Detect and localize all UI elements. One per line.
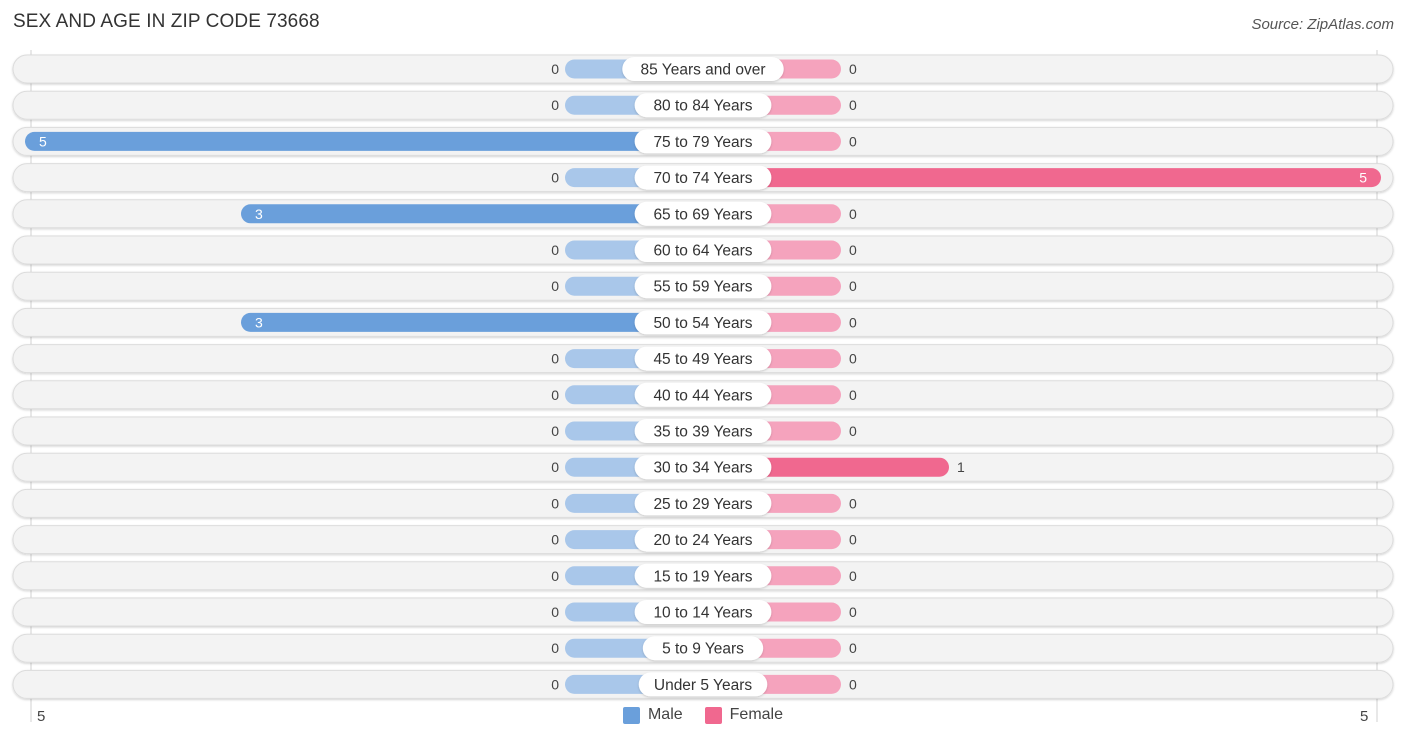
value-label-male: 0 [551, 604, 559, 620]
legend-label-female: Female [729, 706, 784, 723]
value-label-male: 0 [551, 495, 559, 511]
value-label-female: 0 [849, 676, 857, 692]
value-label-male: 0 [551, 676, 559, 692]
value-label-male: 0 [551, 97, 559, 113]
category-label: 20 to 24 Years [653, 532, 752, 549]
value-label-male: 0 [551, 423, 559, 439]
value-label-female: 0 [849, 387, 857, 403]
value-label-male: 0 [551, 532, 559, 548]
value-label-male: 0 [551, 61, 559, 77]
value-label-female: 5 [1359, 170, 1367, 186]
legend-swatch-male [622, 706, 640, 724]
value-label-male: 0 [551, 278, 559, 294]
value-label-male: 5 [39, 133, 47, 149]
bar-male [241, 204, 703, 224]
value-label-male: 0 [551, 170, 559, 186]
category-label: 60 to 64 Years [653, 243, 752, 260]
value-label-male: 0 [551, 242, 559, 258]
bar-male [241, 312, 703, 332]
category-label: 50 to 54 Years [653, 315, 752, 332]
value-label-female: 0 [849, 532, 857, 548]
value-label-female: 0 [849, 242, 857, 258]
category-label: 55 to 59 Years [653, 279, 752, 296]
bar-male [25, 131, 703, 151]
category-label: 25 to 29 Years [653, 496, 752, 513]
category-label: 10 to 14 Years [653, 605, 752, 622]
value-label-female: 0 [849, 604, 857, 620]
category-label: 75 to 79 Years [653, 134, 752, 151]
category-label: 5 to 9 Years [662, 641, 744, 658]
legend-item-male[interactable]: Male [622, 706, 683, 724]
category-label: 85 Years and over [641, 62, 766, 79]
value-label-male: 0 [551, 387, 559, 403]
value-label-female: 0 [849, 640, 857, 656]
value-label-male: 0 [551, 640, 559, 656]
category-label: Under 5 Years [654, 677, 752, 694]
category-label: 80 to 84 Years [653, 98, 752, 115]
legend-item-female[interactable]: Female [704, 706, 784, 724]
chart-plot: 0 0 85 Years and over 0 0 80 to 84 Years 5 0 75 … [12, 50, 1394, 722]
value-label-female: 0 [849, 133, 857, 149]
category-label: 15 to 19 Years [653, 568, 752, 585]
value-label-female: 0 [849, 97, 857, 113]
value-label-female: 0 [849, 206, 857, 222]
category-label: 45 to 49 Years [653, 351, 752, 368]
value-label-female: 0 [849, 351, 857, 367]
legend: Male Female [0, 706, 1406, 724]
value-label-female: 0 [849, 495, 857, 511]
value-label-female: 0 [849, 314, 857, 330]
category-label: 30 to 34 Years [653, 460, 752, 477]
category-label: 65 to 69 Years [653, 206, 752, 223]
value-label-male: 0 [551, 459, 559, 475]
value-label-female: 1 [957, 459, 965, 475]
value-label-female: 0 [849, 568, 857, 584]
category-label: 40 to 44 Years [653, 387, 752, 404]
value-label-female: 0 [849, 61, 857, 77]
value-label-female: 0 [849, 278, 857, 294]
category-label: 35 to 39 Years [653, 424, 752, 441]
value-label-male: 0 [551, 351, 559, 367]
legend-label-male: Male [647, 706, 683, 723]
value-label-male: 3 [255, 206, 263, 222]
legend-swatch-female [704, 706, 722, 724]
value-label-female: 0 [849, 423, 857, 439]
value-label-male: 0 [551, 568, 559, 584]
category-label: 70 to 74 Years [653, 170, 752, 187]
value-label-male: 3 [255, 314, 263, 330]
bar-female [703, 168, 1381, 188]
